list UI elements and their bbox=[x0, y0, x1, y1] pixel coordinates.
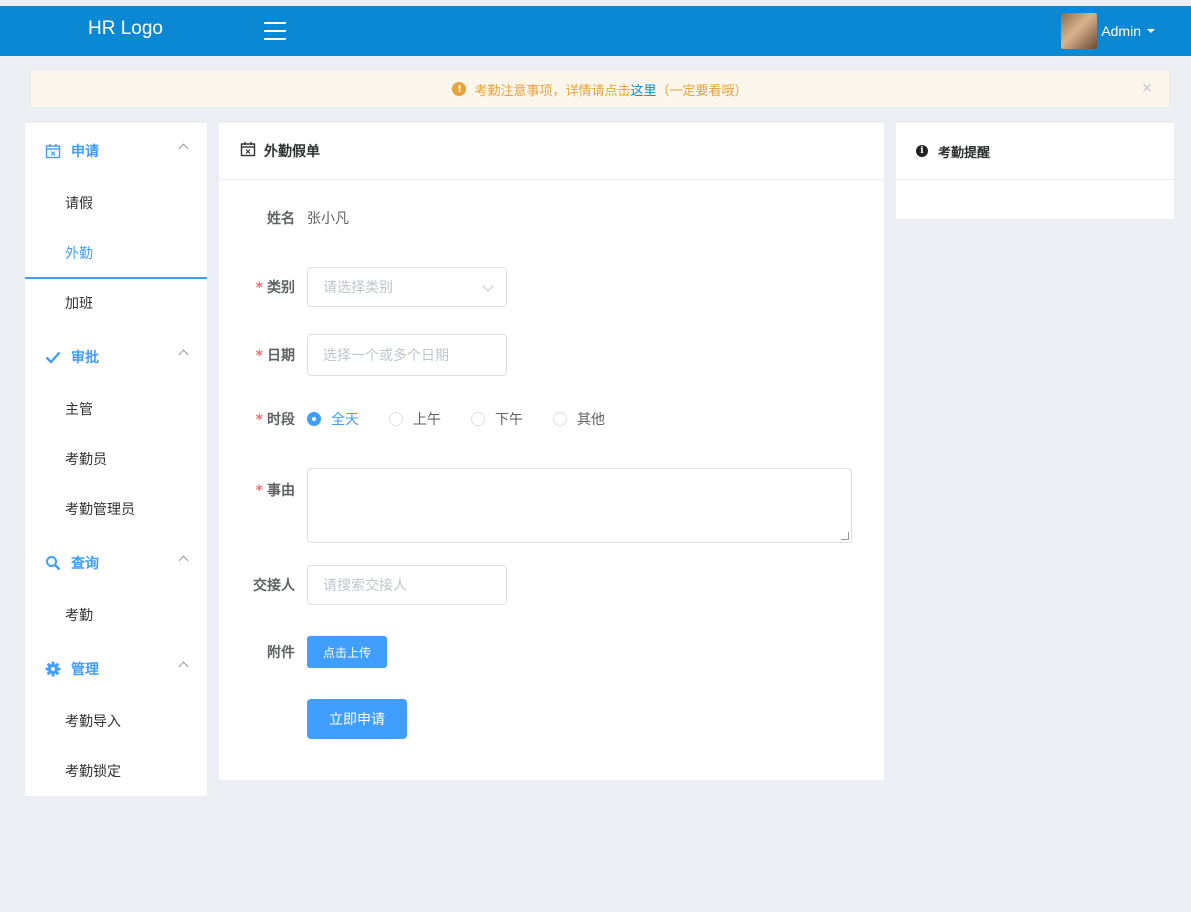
required-mark: * bbox=[255, 280, 263, 296]
attendance-notice: ! 考勤注意事项，详情请点击 这里 （一定要看哦） × bbox=[31, 71, 1169, 107]
period-row: * 时段 全天 上午 下午 其他 bbox=[219, 409, 635, 429]
required-mark: * bbox=[255, 412, 263, 428]
info-icon: i bbox=[916, 145, 928, 157]
sidebar-group-label: 查询 bbox=[71, 556, 99, 572]
user-name[interactable]: Admin bbox=[1101, 23, 1141, 39]
submit-row: 立即申请 bbox=[219, 699, 407, 739]
chevron-up-icon[interactable] bbox=[178, 143, 189, 154]
category-label-text: 类别 bbox=[267, 280, 295, 296]
handover-search-input[interactable]: 请搜索交接人 bbox=[307, 565, 507, 605]
handover-placeholder: 请搜索交接人 bbox=[323, 578, 407, 594]
sidebar-group-query[interactable]: 查询 bbox=[25, 535, 207, 591]
calendar-icon bbox=[45, 143, 61, 159]
radio-dot[interactable] bbox=[389, 412, 403, 426]
sidebar-item-attendance-clerk[interactable]: 考勤员 bbox=[25, 435, 207, 485]
sidebar-group-label: 申请 bbox=[71, 144, 99, 160]
card-header: i 考勤提醒 bbox=[896, 123, 1174, 180]
search-icon bbox=[45, 555, 61, 571]
reason-label-text: 事由 bbox=[267, 483, 295, 499]
name-row: 姓名 张小凡 bbox=[219, 208, 349, 228]
period-label: * 时段 bbox=[219, 409, 307, 429]
category-label: * 类别 bbox=[219, 277, 307, 297]
user-menu[interactable]: Admin bbox=[1061, 12, 1155, 50]
notice-suffix: （一定要看哦） bbox=[656, 83, 748, 99]
sidebar-item-attendance-import[interactable]: 考勤导入 bbox=[25, 697, 207, 747]
date-row: * 日期 选择一个或多个日期 bbox=[219, 334, 507, 376]
check-icon bbox=[45, 349, 61, 365]
reason-row: * 事由 bbox=[219, 468, 852, 543]
top-navbar: HR Logo Admin bbox=[0, 6, 1191, 56]
warning-icon: ! bbox=[452, 82, 467, 96]
sidebar: 申请 请假 外勤 加班 审批 主管 考勤员 考勤管理员 查询 考勤 管理 考勤导… bbox=[25, 123, 207, 796]
app-logo[interactable]: HR Logo bbox=[88, 18, 163, 40]
period-label-text: 时段 bbox=[267, 412, 295, 428]
handover-label-text: 交接人 bbox=[253, 578, 295, 594]
required-mark: * bbox=[255, 483, 263, 499]
notice-text: 考勤注意事项，详情请点击 bbox=[474, 83, 631, 99]
radio-label[interactable]: 其他 bbox=[577, 409, 605, 429]
sidebar-group-label: 审批 bbox=[71, 350, 99, 366]
reason-textarea[interactable] bbox=[307, 468, 852, 543]
sidebar-item-attendance-lock[interactable]: 考勤锁定 bbox=[25, 747, 207, 797]
attachment-label-text: 附件 bbox=[267, 645, 295, 661]
radio-afternoon[interactable]: 下午 bbox=[471, 409, 523, 429]
date-label-text: 日期 bbox=[267, 348, 295, 364]
gear-icon bbox=[45, 661, 61, 677]
menu-toggle-icon[interactable] bbox=[264, 22, 286, 40]
card-title: 外勤假单 bbox=[264, 144, 320, 160]
card-title: 考勤提醒 bbox=[938, 145, 991, 161]
chevron-down-icon[interactable] bbox=[482, 280, 494, 292]
sidebar-item-overtime[interactable]: 加班 bbox=[25, 279, 207, 329]
date-placeholder: 选择一个或多个日期 bbox=[323, 348, 449, 364]
chevron-up-icon[interactable] bbox=[178, 349, 189, 360]
chevron-up-icon[interactable] bbox=[178, 661, 189, 672]
name-value: 张小凡 bbox=[307, 211, 349, 227]
date-label: * 日期 bbox=[219, 345, 307, 365]
handover-row: 交接人 请搜索交接人 bbox=[219, 565, 507, 605]
sidebar-item-attendance[interactable]: 考勤 bbox=[25, 591, 207, 641]
sidebar-item-field-work[interactable]: 外勤 bbox=[25, 229, 207, 279]
resize-handle-icon[interactable] bbox=[841, 532, 849, 540]
radio-label[interactable]: 全天 bbox=[331, 409, 359, 429]
handover-label: 交接人 bbox=[219, 575, 307, 595]
radio-label[interactable]: 上午 bbox=[413, 409, 441, 429]
calendar-icon bbox=[240, 141, 256, 161]
attachment-row: 附件 点击上传 bbox=[219, 636, 388, 668]
sidebar-group-approval[interactable]: 审批 bbox=[25, 329, 207, 385]
sidebar-group-label: 管理 bbox=[71, 662, 99, 678]
avatar[interactable] bbox=[1061, 13, 1098, 49]
chevron-up-icon[interactable] bbox=[178, 555, 189, 566]
sidebar-item-leave[interactable]: 请假 bbox=[25, 179, 207, 229]
category-row: * 类别 请选择类别 bbox=[219, 267, 507, 307]
upload-button[interactable]: 点击上传 bbox=[307, 636, 388, 668]
notice-link[interactable]: 这里 bbox=[630, 80, 656, 99]
card-header: 外勤假单 bbox=[219, 123, 884, 180]
sidebar-group-apply[interactable]: 申请 bbox=[25, 123, 207, 179]
radio-dot[interactable] bbox=[307, 412, 321, 426]
date-picker-input[interactable]: 选择一个或多个日期 bbox=[307, 334, 507, 376]
sidebar-item-attendance-admin[interactable]: 考勤管理员 bbox=[25, 485, 207, 535]
sidebar-group-manage[interactable]: 管理 bbox=[25, 641, 207, 697]
name-label-text: 姓名 bbox=[267, 211, 295, 227]
caret-down-icon[interactable] bbox=[1147, 29, 1155, 33]
name-label: 姓名 bbox=[219, 208, 307, 228]
close-icon[interactable]: × bbox=[1141, 80, 1153, 96]
radio-morning[interactable]: 上午 bbox=[389, 409, 441, 429]
attachment-label: 附件 bbox=[219, 642, 307, 662]
radio-dot[interactable] bbox=[553, 412, 567, 426]
reason-label: * 事由 bbox=[219, 468, 307, 500]
required-mark: * bbox=[255, 348, 263, 364]
field-work-form-card: 外勤假单 姓名 张小凡 * 类别 请选择类别 * 日期 选择一个或多个日期 * 时段 … bbox=[219, 123, 884, 780]
radio-label[interactable]: 下午 bbox=[495, 409, 523, 429]
attendance-reminder-card: i 考勤提醒 bbox=[896, 123, 1174, 219]
sidebar-item-supervisor[interactable]: 主管 bbox=[25, 385, 207, 435]
category-select[interactable]: 请选择类别 bbox=[307, 267, 507, 307]
submit-button[interactable]: 立即申请 bbox=[307, 699, 407, 739]
category-placeholder: 请选择类别 bbox=[323, 280, 393, 296]
radio-dot[interactable] bbox=[471, 412, 485, 426]
radio-other[interactable]: 其他 bbox=[553, 409, 605, 429]
radio-full-day[interactable]: 全天 bbox=[307, 409, 359, 429]
